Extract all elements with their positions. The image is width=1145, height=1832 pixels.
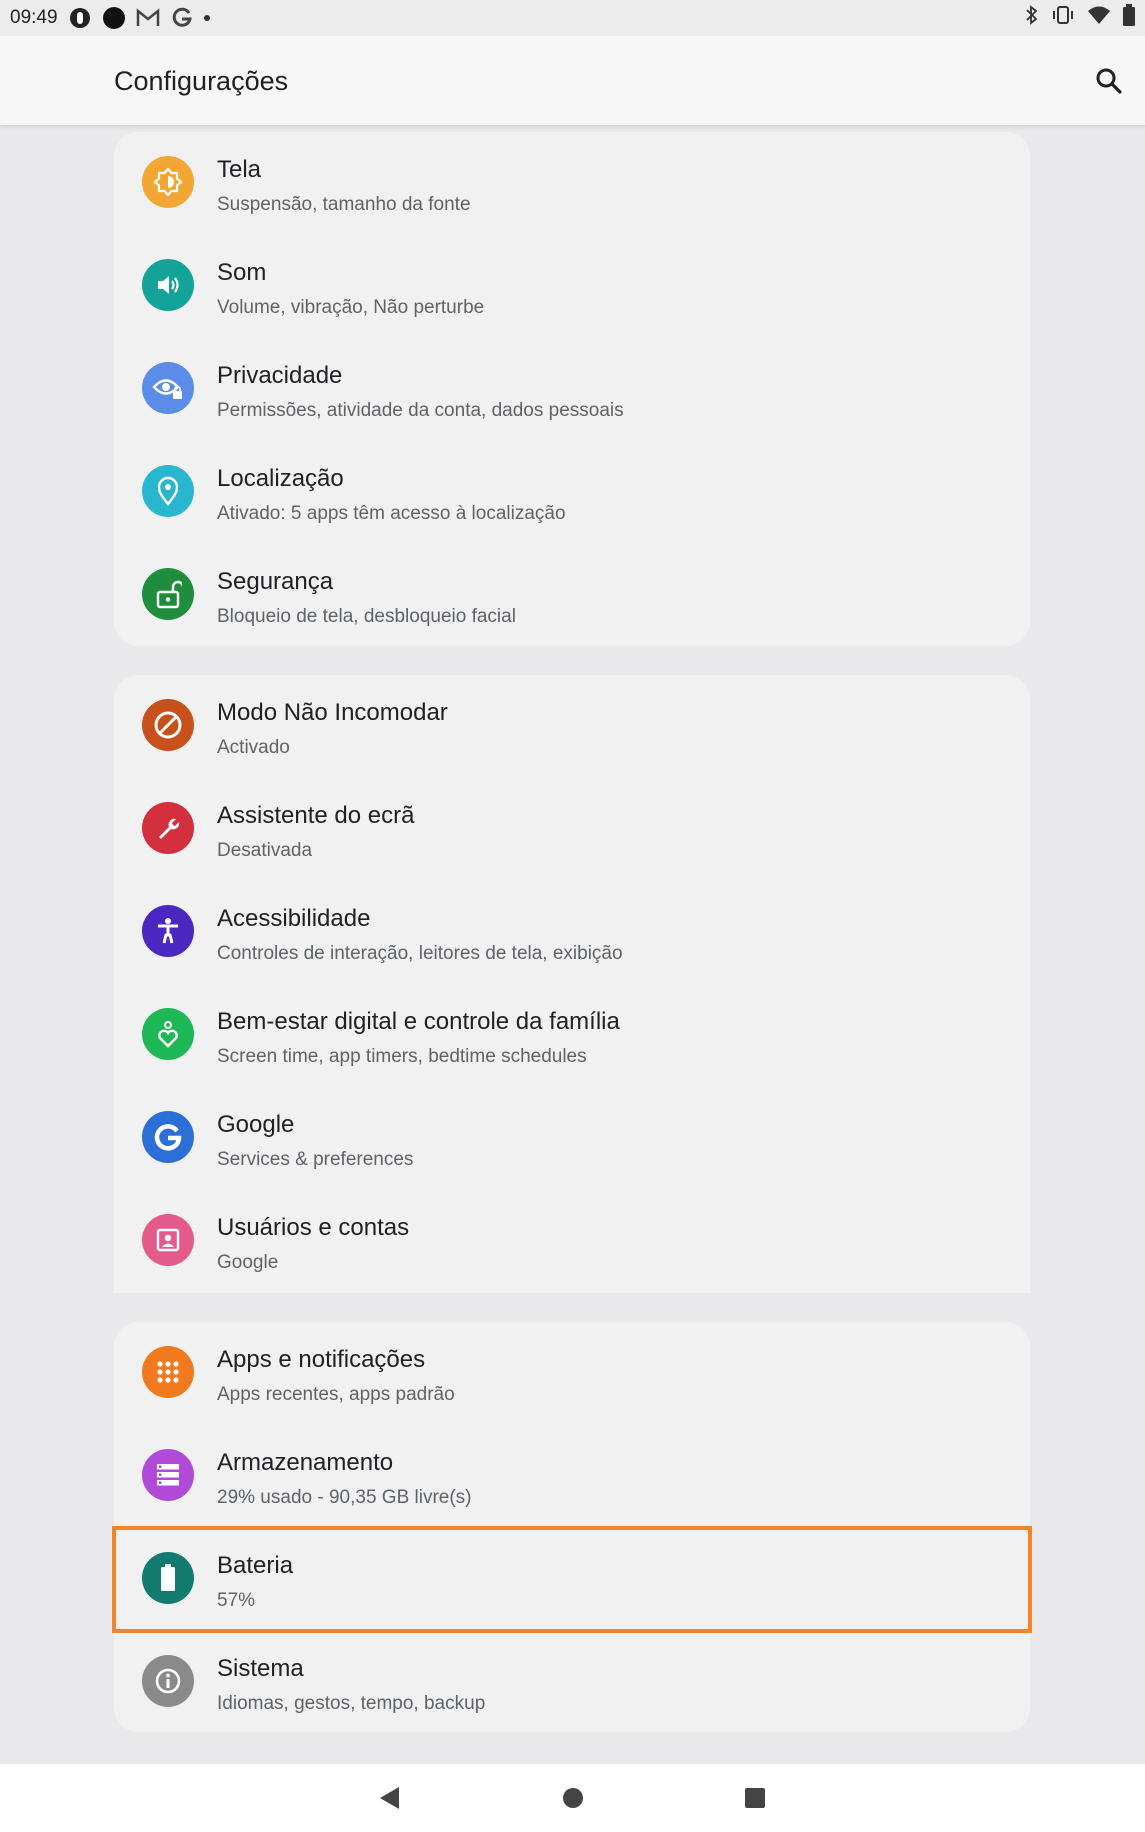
item-subtitle: Activado bbox=[217, 737, 290, 758]
info-icon bbox=[142, 1655, 194, 1707]
eye-lock-icon bbox=[142, 362, 194, 414]
home-circle-icon bbox=[563, 1788, 583, 1808]
item-subtitle: Suspensão, tamanho da fonte bbox=[217, 194, 471, 215]
settings-group-1: Tela Suspensão, tamanho da fonte Som Vol… bbox=[114, 132, 1030, 646]
settings-item-bem-estar-digital[interactable]: Bem-estar digital e controle da família … bbox=[114, 984, 1030, 1087]
settings-item-privacidade[interactable]: Privacidade Permissões, atividade da con… bbox=[114, 338, 1030, 441]
back-button[interactable] bbox=[375, 1784, 403, 1812]
item-subtitle: Apps recentes, apps padrão bbox=[217, 1384, 455, 1405]
settings-item-localizacao[interactable]: Localização Ativado: 5 apps têm acesso à… bbox=[114, 441, 1030, 544]
wellbeing-heart-icon bbox=[142, 1008, 194, 1060]
item-title: Acessibilidade bbox=[217, 905, 371, 932]
do-not-disturb-icon bbox=[142, 699, 194, 751]
item-title: Assistente do ecrã bbox=[217, 802, 415, 829]
settings-item-bateria[interactable]: Bateria 57% bbox=[112, 1526, 1032, 1633]
recents-button[interactable] bbox=[741, 1784, 769, 1812]
unlock-icon bbox=[142, 568, 194, 620]
item-subtitle: Permissões, atividade da conta, dados pe… bbox=[217, 400, 624, 421]
item-title: Bem-estar digital e controle da família bbox=[217, 1008, 620, 1035]
location-pin-icon bbox=[142, 465, 194, 517]
item-title: Tela bbox=[217, 156, 262, 183]
status-bar: 09:49 bbox=[0, 0, 1145, 36]
item-title: Privacidade bbox=[217, 362, 343, 389]
back-triangle-icon bbox=[380, 1787, 399, 1809]
item-subtitle: Desativada bbox=[217, 840, 313, 861]
battery-status-icon bbox=[1123, 4, 1135, 32]
home-button[interactable] bbox=[559, 1784, 587, 1812]
item-title: Localização bbox=[217, 465, 344, 492]
settings-item-armazenamento[interactable]: Armazenamento 29% usado - 90,35 GB livre… bbox=[114, 1425, 1030, 1528]
google-g-icon bbox=[142, 1111, 194, 1163]
settings-item-modo-nao-incomodar[interactable]: Modo Não Incomodar Activado bbox=[114, 675, 1030, 778]
item-title: Apps e notificações bbox=[217, 1346, 426, 1373]
status-time: 09:49 bbox=[10, 7, 58, 28]
item-subtitle: 29% usado - 90,35 GB livre(s) bbox=[217, 1487, 472, 1508]
search-icon bbox=[1096, 68, 1122, 94]
google-notification-icon bbox=[170, 6, 194, 30]
item-subtitle: Controles de interação, leitores de tela… bbox=[217, 943, 623, 964]
item-subtitle: Screen time, app timers, bedtime schedul… bbox=[217, 1046, 587, 1067]
storage-icon bbox=[142, 1449, 194, 1501]
settings-item-google[interactable]: Google Services & preferences bbox=[114, 1087, 1030, 1190]
item-title: Google bbox=[217, 1111, 295, 1138]
settings-item-tela[interactable]: Tela Suspensão, tamanho da fonte bbox=[114, 132, 1030, 235]
wifi-icon bbox=[1087, 5, 1111, 31]
search-button[interactable] bbox=[1092, 64, 1126, 98]
settings-item-usuarios-e-contas[interactable]: Usuários e contas Google bbox=[114, 1190, 1030, 1293]
item-title: Som bbox=[217, 259, 267, 286]
battery-icon bbox=[142, 1552, 194, 1604]
gmail-icon bbox=[136, 6, 160, 30]
item-subtitle: Bloqueio de tela, desbloqueio facial bbox=[217, 606, 516, 627]
wrench-icon bbox=[142, 802, 194, 854]
item-subtitle: Google bbox=[217, 1252, 279, 1273]
app-bar: Configurações bbox=[0, 36, 1145, 126]
volume-icon bbox=[142, 259, 194, 311]
settings-item-assistente-do-ecra[interactable]: Assistente do ecrã Desativada bbox=[114, 778, 1030, 881]
item-subtitle: Services & preferences bbox=[217, 1149, 414, 1170]
item-title: Usuários e contas bbox=[217, 1214, 410, 1241]
settings-item-acessibilidade[interactable]: Acessibilidade Controles de interação, l… bbox=[114, 881, 1030, 984]
item-title: Modo Não Incomodar bbox=[217, 699, 448, 726]
settings-group-3: Apps e notificações Apps recentes, apps … bbox=[112, 1322, 1032, 1734]
page-title: Configurações bbox=[114, 66, 289, 96]
settings-list: Tela Suspensão, tamanho da fonte Som Vol… bbox=[0, 126, 1145, 1764]
item-title: Armazenamento bbox=[217, 1449, 394, 1476]
item-subtitle: Volume, vibração, Não perturbe bbox=[217, 297, 485, 318]
settings-item-som[interactable]: Som Volume, vibração, Não perturbe bbox=[114, 235, 1030, 338]
item-subtitle: Idiomas, gestos, tempo, backup bbox=[217, 1693, 486, 1714]
item-title: Segurança bbox=[217, 568, 334, 595]
brightness-icon bbox=[142, 156, 194, 208]
account-box-icon bbox=[142, 1214, 194, 1266]
more-notifications-icon bbox=[203, 15, 210, 21]
settings-group-2: Modo Não Incomodar Activado Assistente d… bbox=[114, 675, 1030, 1293]
recents-square-icon bbox=[745, 1788, 765, 1808]
settings-item-seguranca[interactable]: Segurança Bloqueio de tela, desbloqueio … bbox=[114, 544, 1030, 647]
item-subtitle: 57% bbox=[217, 1590, 256, 1611]
apps-grid-icon bbox=[142, 1346, 194, 1398]
accessibility-icon bbox=[142, 905, 194, 957]
vibrate-icon bbox=[1051, 5, 1075, 31]
item-subtitle: Ativado: 5 apps têm acesso à localização bbox=[217, 503, 566, 524]
navigation-bar bbox=[0, 1764, 1145, 1832]
item-title: Bateria bbox=[217, 1552, 294, 1579]
notification-icon bbox=[68, 6, 92, 30]
item-title: Sistema bbox=[217, 1655, 304, 1682]
circle-notification-icon bbox=[102, 6, 126, 30]
settings-item-apps-e-notificacoes[interactable]: Apps e notificações Apps recentes, apps … bbox=[114, 1322, 1030, 1425]
bluetooth-icon bbox=[1025, 5, 1039, 31]
settings-item-sistema[interactable]: Sistema Idiomas, gestos, tempo, backup bbox=[114, 1631, 1030, 1734]
